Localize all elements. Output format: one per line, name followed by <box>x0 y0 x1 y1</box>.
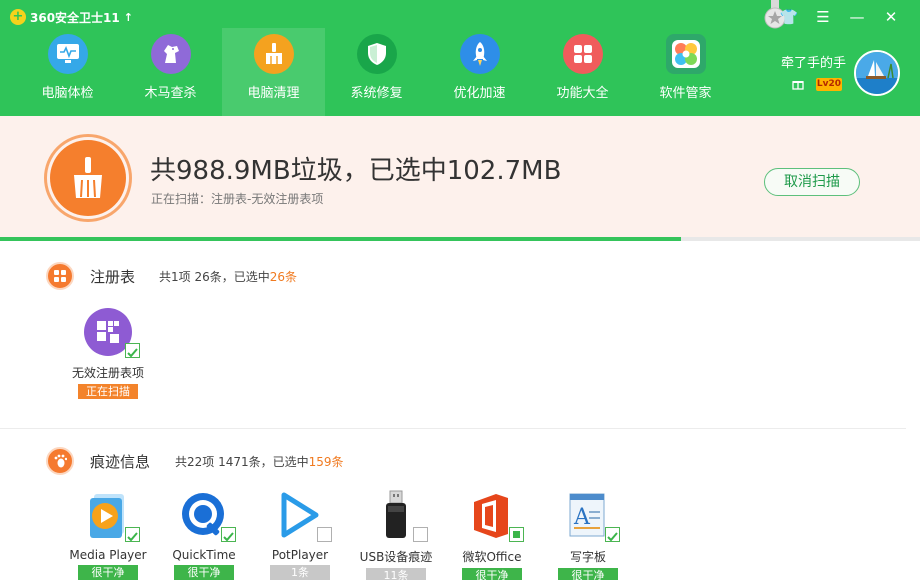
item-label: 写字板 <box>569 550 606 564</box>
item-label: USB设备痕迹 <box>359 550 433 564</box>
trace-item-usb[interactable]: USB设备痕迹 11条 <box>348 490 444 580</box>
item-status-tag: 很干净 <box>78 565 138 580</box>
nav-label: 电脑体检 <box>41 86 94 101</box>
nav-item-repair[interactable]: 系统修复 <box>325 28 428 116</box>
scan-progress-bar <box>0 237 920 241</box>
horse-icon <box>150 34 191 74</box>
app-title: 360安全卫士11 <box>30 10 120 25</box>
nav-label: 优化加速 <box>453 86 506 101</box>
check-icon <box>127 348 138 358</box>
scan-progress-fill <box>0 237 681 241</box>
item-checkbox[interactable] <box>509 527 524 542</box>
scan-banner: 共988.9MB垃圾，已选中102.7MB 正在扫描：注册表-无效注册表项 取消… <box>0 116 920 238</box>
trace-item-quicktime[interactable]: QuickTime 很干净 <box>156 490 252 580</box>
window-controls: 👕 ☰ — ✕ <box>772 4 908 30</box>
item-checkbox[interactable] <box>125 527 140 542</box>
shield-icon <box>356 34 397 74</box>
registry-section-icon <box>46 262 74 290</box>
nav-label: 木马查杀 <box>144 86 197 101</box>
nav-label: 功能大全 <box>556 86 609 101</box>
nav-label: 电脑清理 <box>247 86 300 101</box>
item-label: 无效注册表项 <box>71 366 144 380</box>
trace-item-media-player[interactable]: Media Player 很干净 <box>60 490 156 580</box>
update-icon[interactable]: ↑ <box>124 11 133 24</box>
section-divider <box>0 428 906 429</box>
registry-item-invalid-entries[interactable]: 无效注册表项 正在扫描 <box>60 306 156 399</box>
broom-icon <box>50 140 126 216</box>
item-status-tag: 1条 <box>270 565 330 580</box>
minimize-button[interactable]: — <box>840 4 874 30</box>
item-checkbox[interactable] <box>317 527 332 542</box>
grid-icon <box>562 34 603 74</box>
level-badge[interactable]: Lv20 <box>816 78 842 91</box>
flower-icon <box>665 34 706 74</box>
cancel-scan-button[interactable]: 取消扫描 <box>764 168 860 196</box>
monitor-icon <box>47 34 88 74</box>
nav-item-trojan-scan[interactable]: 木马查杀 <box>119 28 222 116</box>
item-icon-wrap: A <box>562 490 620 542</box>
menu-button[interactable]: ☰ <box>806 4 840 30</box>
summary-text: 共1项 26条，已选中 <box>159 270 270 284</box>
item-label: Media Player <box>69 548 147 562</box>
close-button[interactable]: ✕ <box>874 4 908 30</box>
footprint-icon <box>46 447 74 475</box>
item-icon-wrap <box>370 490 428 542</box>
item-label: PotPlayer <box>271 548 329 562</box>
item-label: 微软Office <box>462 550 522 564</box>
app-title-bar: + 360安全卫士11 ↑ <box>10 7 133 27</box>
svg-text:A: A <box>573 505 591 530</box>
check-icon <box>223 532 234 542</box>
user-name[interactable]: 牵了手的手 <box>781 52 846 71</box>
item-status-tag: 11条 <box>366 568 426 580</box>
item-checkbox[interactable] <box>413 527 428 542</box>
item-icon-wrap <box>466 490 524 542</box>
check-icon <box>607 532 618 542</box>
item-status-tag: 很干净 <box>174 565 234 580</box>
nav-item-checkup[interactable]: 电脑体检 <box>16 28 119 116</box>
check-icon <box>127 532 138 542</box>
selected-count: 159条 <box>308 455 344 469</box>
scan-summary-title: 共988.9MB垃圾，已选中102.7MB <box>150 156 562 186</box>
registry-section-title: 注册表 <box>90 268 136 286</box>
item-icon-wrap <box>82 306 140 358</box>
nav-item-cleanup[interactable]: 电脑清理 <box>222 28 325 116</box>
nav-label: 软件管家 <box>659 86 712 101</box>
item-icon-wrap <box>274 490 332 542</box>
item-status-tag: 很干净 <box>558 568 618 580</box>
item-icon-wrap <box>178 490 236 542</box>
trace-item-potplayer[interactable]: PotPlayer 1条 <box>252 490 348 580</box>
traces-section-summary: 共22项 1471条，已选中159条 <box>175 453 344 470</box>
item-label: QuickTime <box>172 548 236 562</box>
nav-item-software-manager[interactable]: 软件管家 <box>634 28 737 116</box>
selected-count: 26条 <box>269 270 298 284</box>
broom-icon <box>253 34 294 74</box>
nav-item-speedup[interactable]: 优化加速 <box>428 28 531 116</box>
gift-icon[interactable] <box>792 78 804 90</box>
avatar[interactable] <box>854 50 900 96</box>
main-nav: 电脑体检 木马查杀 电脑清理 系统修复 优化加速 功能大全 软件管家 <box>16 28 737 116</box>
item-checkbox[interactable] <box>605 527 620 542</box>
item-checkbox[interactable] <box>125 343 140 358</box>
scan-status-text: 正在扫描：注册表-无效注册表项 <box>151 192 324 206</box>
trace-item-wordpad[interactable]: A 写字板 很干净 <box>540 490 636 580</box>
trace-item-office[interactable]: 微软Office 很干净 <box>444 490 540 580</box>
summary-text: 共22项 1471条，已选中 <box>175 455 309 469</box>
logo-icon: + <box>10 9 26 25</box>
nav-label: 系统修复 <box>350 86 403 101</box>
traces-section-title: 痕迹信息 <box>90 453 151 471</box>
registry-section-summary: 共1项 26条，已选中26条 <box>159 268 297 285</box>
item-checkbox[interactable] <box>221 527 236 542</box>
item-icon-wrap <box>82 490 140 542</box>
item-status-tag: 很干净 <box>462 568 522 580</box>
skin-button[interactable]: 👕 <box>772 4 806 30</box>
rocket-icon <box>459 34 500 74</box>
item-status-tag: 正在扫描 <box>78 384 138 399</box>
nav-item-features[interactable]: 功能大全 <box>531 28 634 116</box>
top-header: + 360安全卫士11 ↑ 👕 ☰ — ✕ 电脑体检 木马查杀 电脑清理 系统修… <box>0 0 920 116</box>
